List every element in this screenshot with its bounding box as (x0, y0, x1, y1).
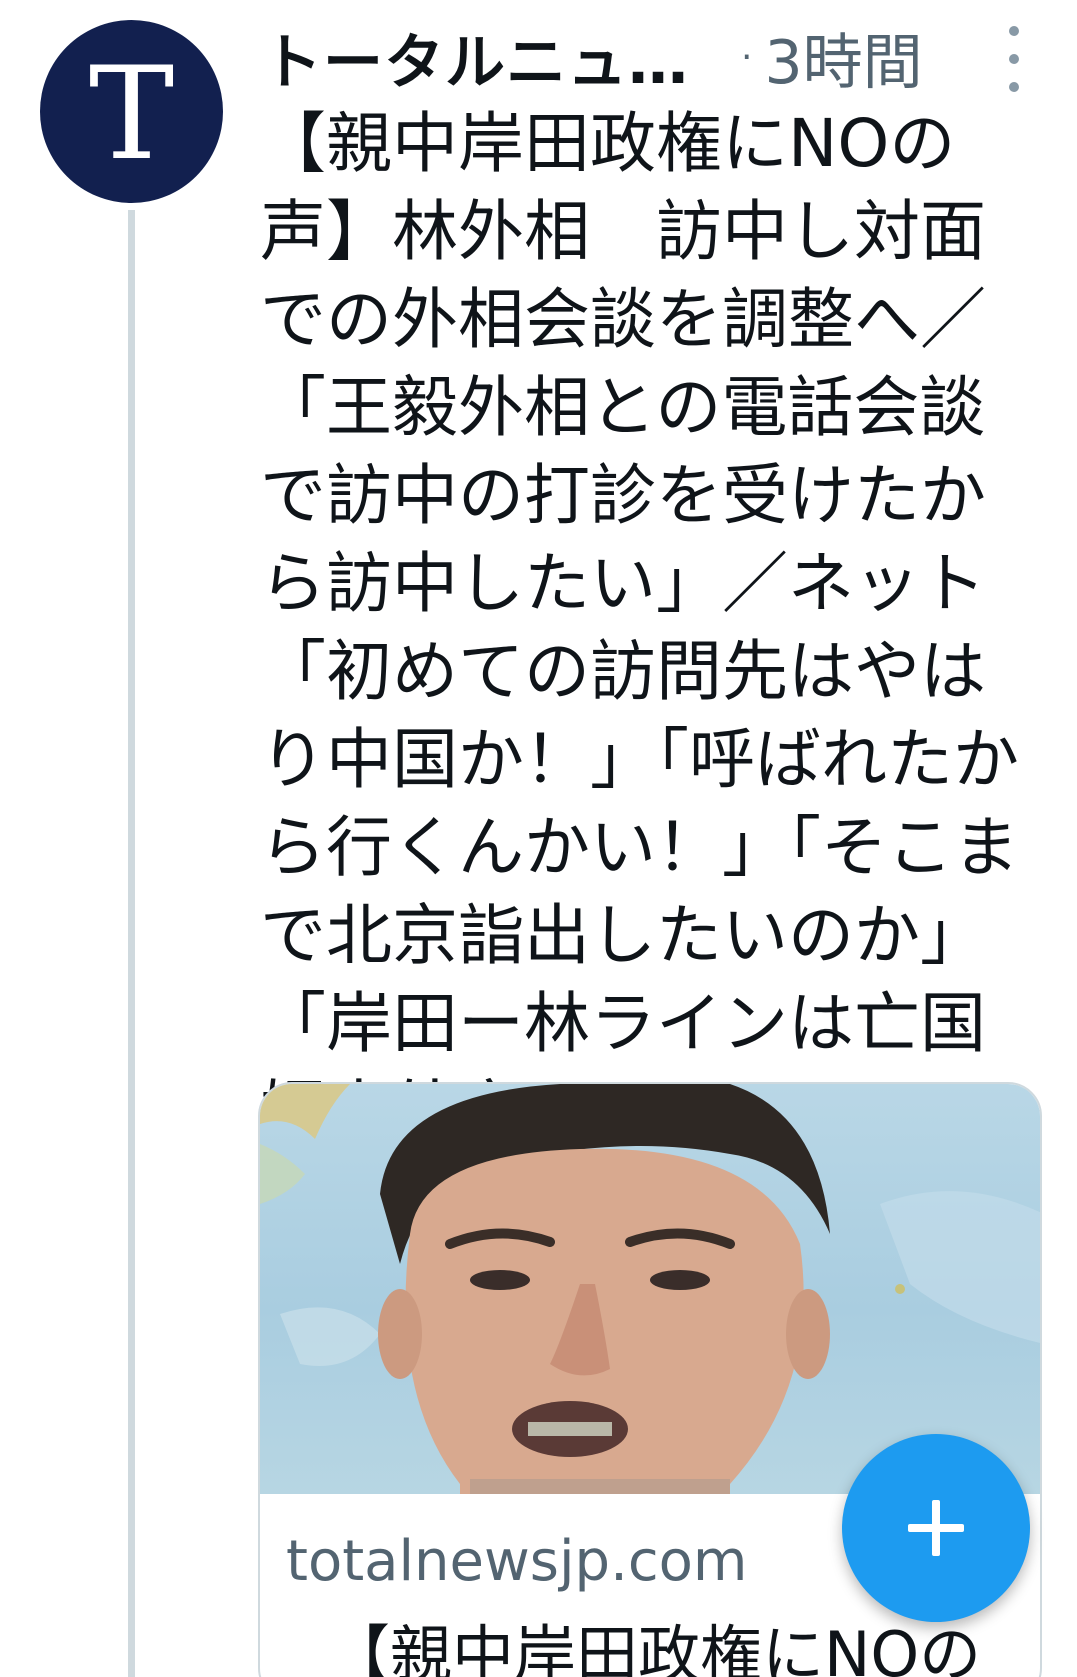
tweet-text: 【親中岸田政権にNOの声】林外相 訪中し対面での外相会談を調整へ／「王毅外相との… (260, 105, 1019, 1150)
more-dot (1009, 26, 1019, 36)
tweet-header: トータルニュ… · 3時間 (262, 16, 1062, 98)
card-photo-illustration (260, 1084, 1040, 1494)
link-card-domain: totalnewsjp.com (286, 1529, 748, 1594)
avatar-letter: T (88, 39, 175, 189)
link-card-image (260, 1084, 1040, 1494)
timestamp[interactable]: 3時間 (764, 14, 922, 101)
more-dot (1009, 54, 1019, 64)
avatar[interactable]: T (40, 20, 223, 203)
more-dot (1009, 82, 1019, 92)
compose-tweet-button[interactable] (842, 1434, 1030, 1622)
tweet[interactable]: T トータルニュ… · 3時間 【親中岸田政権にNOの声】林外相 訪中し対面での… (0, 0, 1077, 1677)
link-card-title: 【親中岸田政権にNOの (328, 1618, 982, 1677)
plus-icon (908, 1500, 964, 1556)
thread-connector-line (128, 210, 135, 1677)
more-vertical-icon[interactable] (1002, 26, 1026, 92)
header-separator: · (741, 36, 753, 78)
display-name[interactable]: トータルニュ… (262, 14, 689, 101)
